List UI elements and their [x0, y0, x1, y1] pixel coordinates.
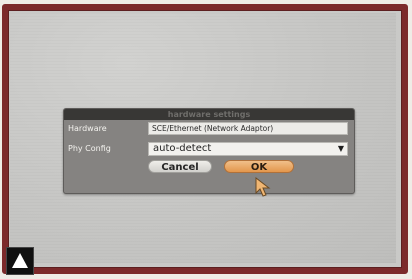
cancel-button[interactable]: Cancel [148, 160, 212, 173]
hardware-field[interactable]: SCE/Ethernet (Network Adaptor) [148, 122, 348, 135]
phy-config-value: auto-detect [153, 143, 212, 154]
phy-config-select[interactable]: auto-detect ▼ [148, 142, 348, 156]
dialog-title: hardware settings [64, 109, 354, 120]
ok-button[interactable]: OK [224, 160, 294, 173]
screen: hardware settings Hardware SCE/Ethernet … [10, 13, 396, 263]
hardware-settings-dialog: hardware settings Hardware SCE/Ethernet … [63, 108, 355, 194]
chevron-down-icon[interactable]: ▼ [338, 143, 344, 155]
phy-config-label: Phy Config [68, 144, 111, 153]
triangle-up-icon [12, 253, 28, 268]
back-button[interactable] [6, 247, 34, 275]
photo-frame: hardware settings Hardware SCE/Ethernet … [0, 0, 412, 279]
hardware-label: Hardware [68, 124, 107, 133]
pointer-cursor-icon [255, 177, 271, 197]
